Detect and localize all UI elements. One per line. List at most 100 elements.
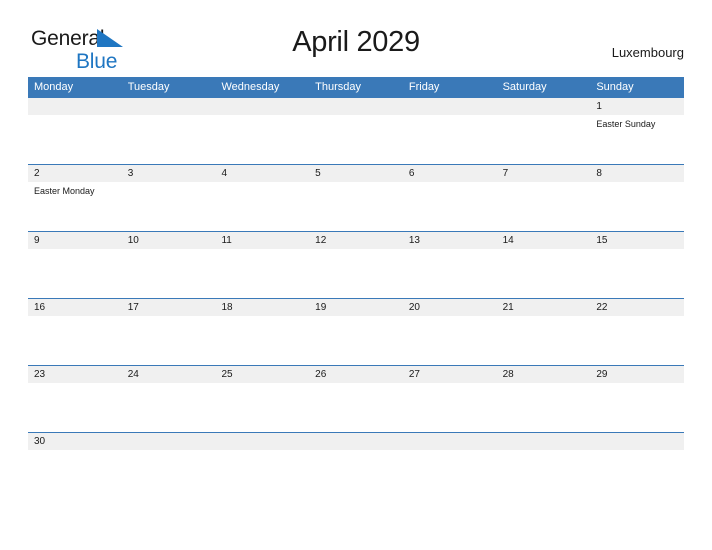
day-events[interactable] xyxy=(403,182,497,231)
day-events[interactable] xyxy=(590,182,684,231)
day-events[interactable] xyxy=(122,316,216,365)
day-events[interactable] xyxy=(122,383,216,432)
day-number[interactable]: 13 xyxy=(403,232,497,249)
day-number[interactable]: 16 xyxy=(28,299,122,316)
day-events[interactable] xyxy=(28,450,122,463)
day-number[interactable]: 3 xyxy=(122,165,216,182)
day-number[interactable]: 24 xyxy=(122,366,216,383)
day-number[interactable] xyxy=(309,433,403,450)
day-events[interactable] xyxy=(215,115,309,164)
day-number[interactable] xyxy=(215,433,309,450)
day-events[interactable] xyxy=(590,450,684,463)
day-events[interactable] xyxy=(403,316,497,365)
day-events[interactable] xyxy=(28,249,122,298)
day-number[interactable]: 14 xyxy=(497,232,591,249)
day-events[interactable] xyxy=(215,450,309,463)
day-events[interactable] xyxy=(309,249,403,298)
day-events[interactable] xyxy=(497,115,591,164)
day-number[interactable] xyxy=(497,433,591,450)
day-number[interactable]: 17 xyxy=(122,299,216,316)
day-number[interactable]: 30 xyxy=(28,433,122,450)
day-events[interactable] xyxy=(122,249,216,298)
weekday-header-friday: Friday xyxy=(408,81,440,93)
weekday-header-wednesday: Wednesday xyxy=(221,81,280,93)
day-events[interactable] xyxy=(497,249,591,298)
day-number[interactable]: 21 xyxy=(497,299,591,316)
week-date-band: 1 xyxy=(28,98,684,115)
calendar-week-row: 2 3 4 5 6 7 8 Easter Monday xyxy=(28,164,684,231)
day-events[interactable] xyxy=(28,115,122,164)
day-events[interactable] xyxy=(215,182,309,231)
day-number[interactable]: 4 xyxy=(215,165,309,182)
day-events[interactable] xyxy=(497,182,591,231)
weekday-header-saturday: Saturday xyxy=(502,81,547,93)
day-number[interactable]: 10 xyxy=(122,232,216,249)
day-number[interactable]: 23 xyxy=(28,366,122,383)
day-number[interactable]: 25 xyxy=(215,366,309,383)
day-number[interactable] xyxy=(403,433,497,450)
day-events[interactable] xyxy=(215,249,309,298)
calendar-week-row: 1 Easter Sunday xyxy=(28,98,684,164)
day-number[interactable]: 27 xyxy=(403,366,497,383)
calendar-week-row: 23 24 25 26 27 28 29 xyxy=(28,365,684,432)
day-number[interactable] xyxy=(590,433,684,450)
weekday-header-sunday: Sunday xyxy=(596,81,634,93)
day-events[interactable] xyxy=(122,115,216,164)
day-events[interactable] xyxy=(309,383,403,432)
day-events[interactable] xyxy=(403,450,497,463)
day-events[interactable] xyxy=(309,316,403,365)
day-number[interactable] xyxy=(215,98,309,115)
day-number[interactable]: 20 xyxy=(403,299,497,316)
day-number[interactable] xyxy=(403,98,497,115)
day-number[interactable]: 28 xyxy=(497,366,591,383)
day-events[interactable]: Easter Sunday xyxy=(590,115,684,164)
day-events[interactable] xyxy=(215,316,309,365)
day-number[interactable]: 22 xyxy=(590,299,684,316)
day-events[interactable] xyxy=(122,450,216,463)
calendar-week-row: 16 17 18 19 20 21 22 xyxy=(28,298,684,365)
week-event-band xyxy=(28,383,684,432)
day-number[interactable] xyxy=(122,433,216,450)
day-number[interactable]: 5 xyxy=(309,165,403,182)
day-number[interactable]: 29 xyxy=(590,366,684,383)
day-events[interactable] xyxy=(28,316,122,365)
day-events[interactable] xyxy=(309,450,403,463)
day-events[interactable] xyxy=(215,383,309,432)
day-events[interactable] xyxy=(497,450,591,463)
day-number[interactable] xyxy=(122,98,216,115)
day-number[interactable]: 7 xyxy=(497,165,591,182)
weekday-header-tuesday: Tuesday xyxy=(127,81,170,93)
day-events[interactable] xyxy=(590,383,684,432)
day-number[interactable]: 12 xyxy=(309,232,403,249)
day-number[interactable]: 2 xyxy=(28,165,122,182)
day-number[interactable]: 19 xyxy=(309,299,403,316)
day-events[interactable] xyxy=(497,316,591,365)
week-event-band: Easter Sunday xyxy=(28,115,684,164)
day-events[interactable] xyxy=(309,115,403,164)
day-number[interactable]: 18 xyxy=(215,299,309,316)
day-number[interactable]: 8 xyxy=(590,165,684,182)
day-number[interactable]: 6 xyxy=(403,165,497,182)
day-number[interactable]: 1 xyxy=(590,98,684,115)
day-events[interactable] xyxy=(28,383,122,432)
day-events[interactable] xyxy=(403,115,497,164)
day-number[interactable] xyxy=(28,98,122,115)
day-events[interactable] xyxy=(403,249,497,298)
day-number[interactable] xyxy=(309,98,403,115)
week-event-band: Easter Monday xyxy=(28,182,684,231)
calendar-grid: Monday Tuesday Wednesday Thursday Friday Satu… xyxy=(28,77,684,463)
day-number[interactable]: 15 xyxy=(590,232,684,249)
day-events[interactable] xyxy=(590,316,684,365)
calendar-weeks: 1 Easter Sunday 2 3 4 5 6 7 8 Easter Monday 9 10 11 1… xyxy=(28,98,684,463)
day-events[interactable] xyxy=(590,249,684,298)
day-number[interactable]: 11 xyxy=(215,232,309,249)
day-events[interactable]: Easter Monday xyxy=(28,182,122,231)
day-events[interactable] xyxy=(403,383,497,432)
day-events[interactable] xyxy=(122,182,216,231)
day-events[interactable] xyxy=(497,383,591,432)
day-events[interactable] xyxy=(309,182,403,231)
day-number[interactable]: 26 xyxy=(309,366,403,383)
week-date-band: 2345678 xyxy=(28,165,684,182)
day-number[interactable] xyxy=(497,98,591,115)
day-number[interactable]: 9 xyxy=(28,232,122,249)
